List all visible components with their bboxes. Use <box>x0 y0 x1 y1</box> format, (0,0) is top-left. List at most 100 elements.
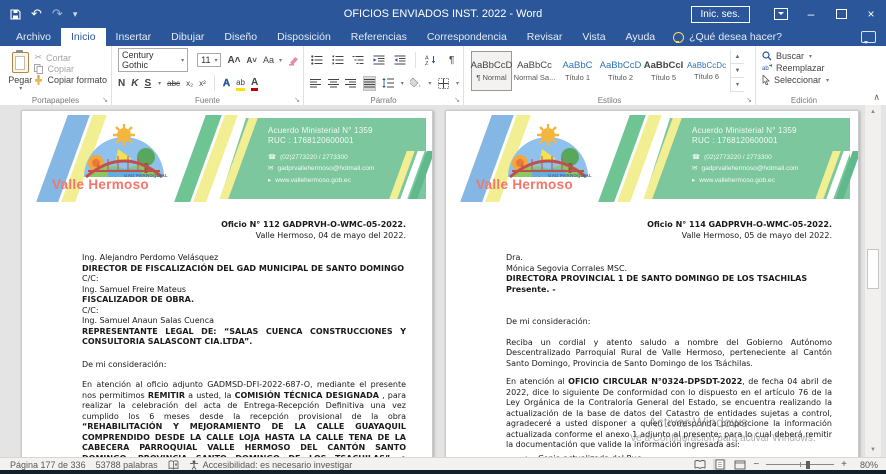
tab-inicio[interactable]: Inicio <box>61 28 106 46</box>
qat-customize-icon[interactable]: ▾ <box>73 9 78 20</box>
shading-caret-icon[interactable]: ▾ <box>428 80 431 87</box>
zoom-slider[interactable] <box>766 459 834 470</box>
paste-button[interactable]: Pegar ▾ <box>6 50 34 92</box>
styles-gallery-more-icon[interactable]: ▾ <box>731 78 744 92</box>
style-normal[interactable]: AaBbCcD ¶ Normal <box>471 51 512 91</box>
borders-caret-icon[interactable]: ▾ <box>456 80 459 87</box>
style-titulo-5[interactable]: AaBbCcI Título 5 <box>643 51 684 91</box>
tab-correspondencia[interactable]: Correspondencia <box>417 28 517 46</box>
comments-icon[interactable] <box>861 31 876 43</box>
oficio-date[interactable]: Valle Hermoso, 05 de mayo del 2022. <box>506 231 832 242</box>
numbered-list-button[interactable] <box>331 53 346 68</box>
recipient-line[interactable]: Ing. Samuel Anaun Salas Cuenca <box>82 316 406 327</box>
scroll-down-icon[interactable]: ▼ <box>865 443 881 457</box>
redo-icon[interactable]: ↷ <box>52 6 63 22</box>
body-paragraph[interactable]: Reciba un cordial y atento saludo a nomb… <box>506 338 832 370</box>
shading-button[interactable] <box>410 76 422 91</box>
align-left-button[interactable] <box>310 76 322 91</box>
letter-body[interactable]: Oficio N° 112 GADPRVH-O-WMC-05-2022. Val… <box>22 206 432 457</box>
borders-button[interactable] <box>437 76 449 91</box>
collapse-ribbon-icon[interactable]: ∧ <box>873 92 880 103</box>
recipient-line[interactable]: FISCALIZADOR DE OBRA. <box>82 295 406 306</box>
align-right-button[interactable] <box>345 76 357 91</box>
recipient-line[interactable]: Ing. Samuel Freire Mateus <box>82 285 406 296</box>
style-titulo-2[interactable]: AaBbCcD Título 2 <box>600 51 641 91</box>
font-size-combobox[interactable]: 11 ▾ <box>197 53 221 67</box>
change-case-button[interactable]: Aa ▾ <box>263 55 282 65</box>
salutation[interactable]: De mi consideración: <box>506 317 832 328</box>
paragraph-dialog-launcher[interactable]: ↘ <box>454 96 460 104</box>
bullet-list-button[interactable] <box>310 53 325 68</box>
multilevel-list-button[interactable] <box>351 53 366 68</box>
line-spacing-button[interactable] <box>382 76 394 91</box>
recipient-line[interactable]: DIRECTORA PROVINCIAL 1 DE SANTO DOMINGO … <box>506 274 832 285</box>
read-mode-button[interactable] <box>693 459 706 470</box>
web-layout-button[interactable] <box>733 459 746 470</box>
shrink-font-button[interactable]: A˅ <box>247 56 257 65</box>
copy-button[interactable]: Copiar <box>34 64 107 74</box>
recipient-line[interactable]: C/C: <box>82 274 406 285</box>
recipient-line[interactable]: Presente. - <box>506 285 832 296</box>
tab-referencias[interactable]: Referencias <box>341 28 417 46</box>
oficio-date[interactable]: Valle Hermoso, 04 de mayo del 2022. <box>82 231 406 242</box>
style-titulo-1[interactable]: AaBbC Título 1 <box>557 51 598 91</box>
grow-font-button[interactable]: A˄ <box>227 55 240 66</box>
tab-diseno[interactable]: Diseño <box>214 28 267 46</box>
recipient-line[interactable]: REPRESENTANTE LEGAL DE: “SALAS CUENCA CO… <box>82 327 406 348</box>
font-family-combobox[interactable]: Century Gothic ▾ <box>118 48 188 72</box>
find-button[interactable]: Buscar ▾ <box>762 51 848 61</box>
align-center-button[interactable] <box>328 76 340 91</box>
tell-me-box[interactable]: ¿Qué desea hacer? <box>665 28 790 46</box>
page-indicator[interactable]: Página 177 de 336 <box>10 460 86 470</box>
style-titulo-6[interactable]: AaBbCcDc Título 6 <box>686 51 727 91</box>
proofing-status-icon[interactable] <box>168 460 179 470</box>
recipient-line[interactable]: DIRECTOR DE FISCALIZACIÓN DEL GAD MUNICI… <box>82 264 406 275</box>
scrollbar-thumb[interactable] <box>867 249 879 289</box>
oficio-number[interactable]: Oficio N° 114 GADPRVH-O-WMC-05-2022. <box>506 220 832 231</box>
recipient-line[interactable]: C/C: <box>82 306 406 317</box>
italic-button[interactable]: K <box>131 78 138 89</box>
print-layout-button[interactable] <box>713 459 726 470</box>
recipient-line[interactable]: Mónica Segovia Corrales MSC. <box>506 264 832 275</box>
body-paragraph[interactable]: En atención al oficio adjunto GADMSD-DFI… <box>82 380 406 457</box>
superscript-button[interactable]: x² <box>199 79 206 88</box>
subscript-button[interactable]: x₂ <box>186 79 193 88</box>
word-count[interactable]: 53788 palabras <box>96 460 158 470</box>
tab-archivo[interactable]: Archivo <box>6 28 61 46</box>
accessibility-status[interactable]: Accesibilidad: es necesario investigar <box>189 460 353 470</box>
style-normal-sa[interactable]: AaBbCc Normal Sa... <box>514 51 555 91</box>
tab-insertar[interactable]: Insertar <box>106 28 162 46</box>
font-color-button[interactable]: A <box>251 78 258 88</box>
tab-ayuda[interactable]: Ayuda <box>616 28 666 46</box>
tab-vista[interactable]: Vista <box>572 28 615 46</box>
vertical-scrollbar[interactable]: ▲ ▼ <box>864 105 881 457</box>
line-spacing-caret-icon[interactable]: ▾ <box>401 80 404 87</box>
bold-button[interactable]: N <box>118 78 125 89</box>
save-icon[interactable] <box>10 9 21 20</box>
recipient-line[interactable]: Ing. Alejandro Perdomo Velásquez <box>82 253 406 264</box>
replace-button[interactable]: ab Reemplazar <box>762 63 848 73</box>
select-button[interactable]: Seleccionar ▾ <box>762 75 848 85</box>
tab-disposicion[interactable]: Disposición <box>267 28 341 46</box>
ribbon-display-options-button[interactable] <box>766 0 796 28</box>
undo-icon[interactable]: ↶ <box>31 6 42 22</box>
document-page-1[interactable]: Valle Hermoso GAD PARROQUIAL Acuerdo Min… <box>21 110 433 457</box>
zoom-out-button[interactable]: − <box>753 459 759 470</box>
strikethrough-button[interactable]: abc <box>167 79 180 88</box>
decrease-indent-button[interactable] <box>372 53 387 68</box>
zoom-in-button[interactable]: + <box>841 459 847 470</box>
styles-scroll-down-icon[interactable]: ▼ <box>731 64 744 78</box>
tab-dibujar[interactable]: Dibujar <box>161 28 214 46</box>
restore-button[interactable] <box>826 0 856 28</box>
underline-button[interactable]: S <box>144 78 151 89</box>
oficio-number[interactable]: Oficio N° 112 GADPRVH-O-WMC-05-2022. <box>82 220 406 231</box>
document-page-2[interactable]: Valle Hermoso GAD PARROQUIAL Acuerdo Min… <box>445 110 859 457</box>
clear-formatting-icon[interactable] <box>288 55 299 66</box>
cut-button[interactable]: ✂ Cortar <box>34 52 107 63</box>
text-effects-button[interactable]: A <box>223 78 230 89</box>
highlight-color-button[interactable]: ab <box>236 78 245 88</box>
sign-in-button[interactable]: Inic. ses. <box>691 6 750 23</box>
tab-revisar[interactable]: Revisar <box>517 28 573 46</box>
clipboard-dialog-launcher[interactable]: ↘ <box>102 96 108 104</box>
close-button[interactable]: × <box>856 0 886 28</box>
